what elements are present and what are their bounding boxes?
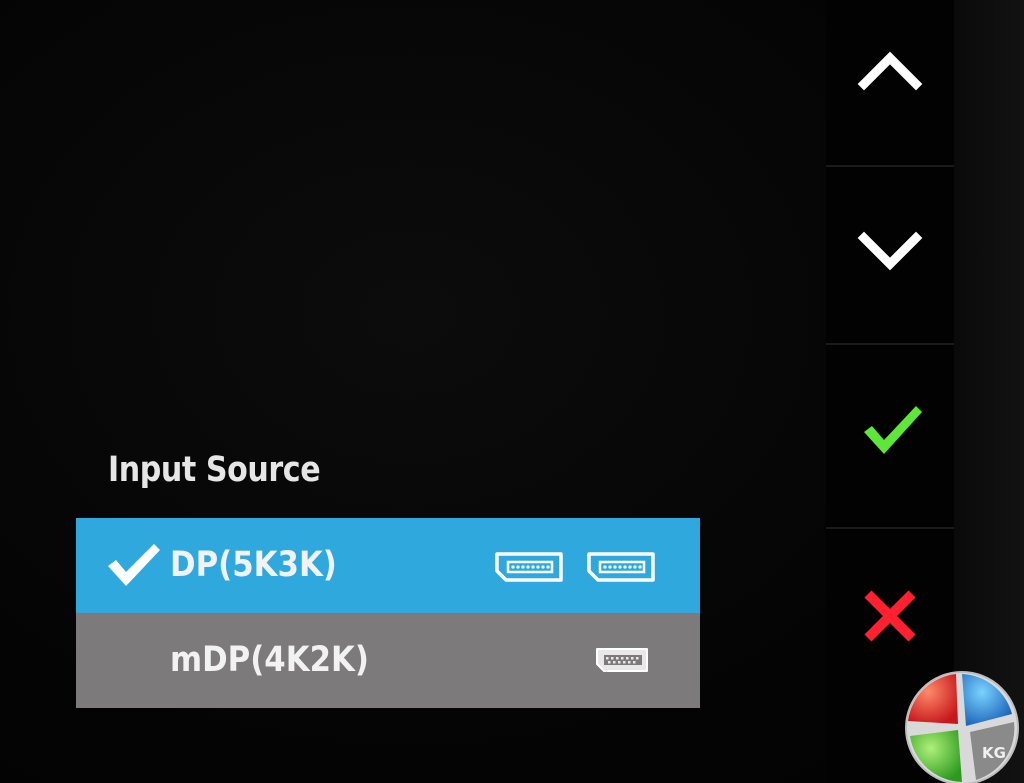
divider — [826, 527, 954, 529]
displayport-icon — [587, 552, 655, 582]
displayport-icon — [495, 552, 563, 582]
svg-text:KG: KG — [982, 744, 1006, 762]
menu-title: Input Source — [108, 450, 321, 490]
chevron-up-icon[interactable] — [854, 44, 926, 104]
divider — [826, 343, 954, 345]
mini-displayport-icon — [596, 648, 648, 672]
chevron-down-icon[interactable] — [854, 220, 926, 280]
close-icon[interactable] — [854, 586, 926, 646]
input-source-list: DP(5K3K) mDP(4K2K) — [76, 518, 700, 708]
divider — [826, 165, 954, 167]
selected-check-icon — [108, 544, 160, 586]
check-icon[interactable] — [854, 398, 926, 458]
kitguru-logo-icon: KG — [905, 671, 1019, 783]
list-item-label: DP(5K3K) — [170, 545, 337, 585]
list-item-dp[interactable]: DP(5K3K) — [76, 518, 700, 613]
list-item-label: mDP(4K2K) — [170, 640, 369, 680]
